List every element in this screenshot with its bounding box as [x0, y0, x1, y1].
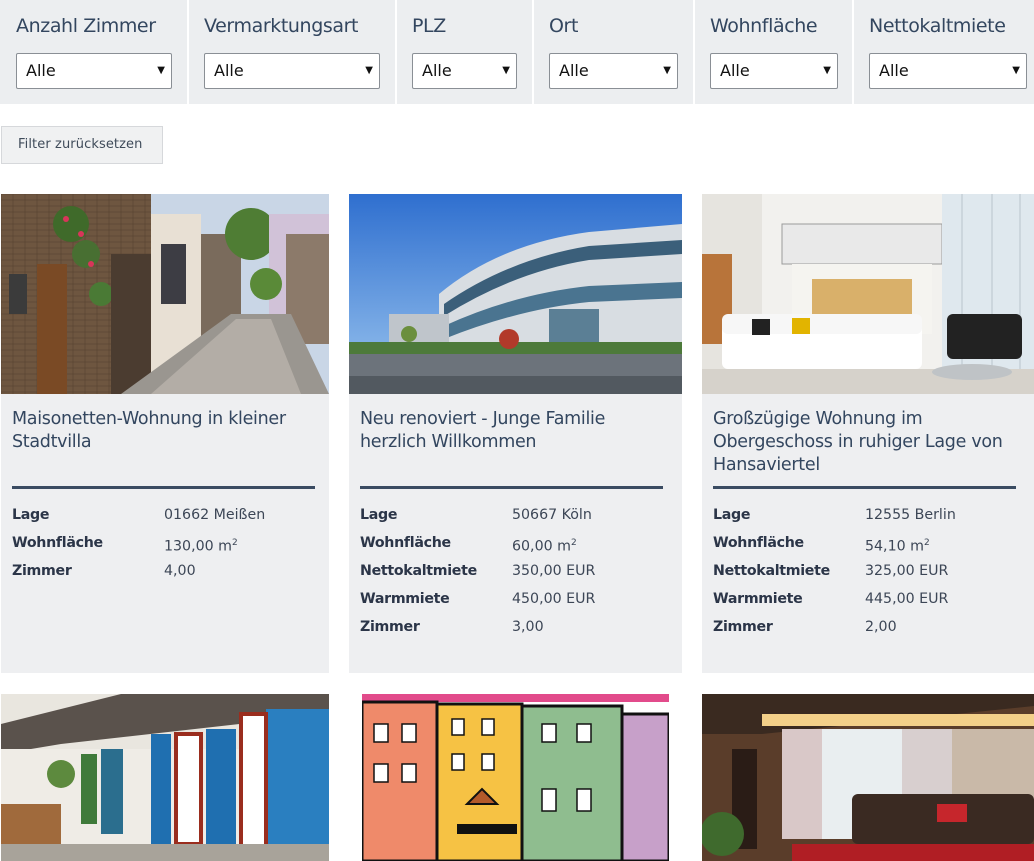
detail-label: Zimmer: [12, 563, 72, 579]
filter-select-nettokaltmiete[interactable]: Alle ▼: [869, 53, 1027, 89]
listing-card[interactable]: Großzügige Wohnung im Obergeschoss in ru…: [702, 194, 1034, 673]
filter-select-vermarktungsart[interactable]: Alle ▼: [204, 53, 380, 89]
dropdown-arrow-icon: ▼: [663, 65, 671, 76]
detail-label: Wohnfläche: [12, 535, 103, 551]
detail-label: Warmmiete: [713, 591, 803, 607]
detail-label: Lage: [713, 507, 751, 523]
detail-value: 12555 Berlin: [865, 507, 956, 523]
detail-value: 130,00 m2: [164, 538, 238, 555]
select-value: Alle: [879, 61, 909, 80]
detail-value: 50667 Köln: [512, 507, 592, 523]
select-value: Alle: [26, 61, 56, 80]
divider: [713, 486, 1016, 489]
dropdown-arrow-icon: ▼: [157, 65, 165, 76]
detail-label: Lage: [360, 507, 398, 523]
detail-value: 54,10 m2: [865, 538, 930, 555]
filter-select-wohnflaeche[interactable]: Alle ▼: [710, 53, 838, 89]
detail-value: 2,00: [865, 619, 897, 635]
filter-ort: Ort Alle ▼: [534, 0, 693, 104]
filter-label: Ort: [549, 15, 579, 37]
detail-label: Wohnfläche: [713, 535, 804, 551]
divider: [12, 486, 315, 489]
listing-photo[interactable]: [1, 694, 329, 861]
filter-label: Wohnfläche: [710, 15, 818, 37]
filter-anzahl-zimmer: Anzahl Zimmer Alle ▼: [0, 0, 187, 104]
filter-select-plz[interactable]: Alle ▼: [412, 53, 517, 89]
filter-label: Vermarktungsart: [204, 15, 359, 37]
listing-photo[interactable]: [702, 694, 1034, 861]
detail-value: 3,00: [512, 619, 544, 635]
listing-card[interactable]: Maisonetten-Wohnung in kleiner Stadtvill…: [1, 194, 329, 673]
dropdown-arrow-icon: ▼: [1012, 65, 1020, 76]
filter-label: Nettokaltmiete: [869, 15, 1006, 37]
filter-select-anzahl-zimmer[interactable]: Alle ▼: [16, 53, 172, 89]
filter-label: PLZ: [412, 15, 446, 37]
listing-photo[interactable]: [1, 194, 329, 394]
filter-nettokaltmiete: Nettokaltmiete Alle ▼: [854, 0, 1034, 104]
listing-card[interactable]: Neu renoviert - Junge Familie herzlich W…: [349, 194, 682, 673]
listing-title[interactable]: Großzügige Wohnung im Obergeschoss in ru…: [713, 408, 1018, 477]
listing-photo[interactable]: [349, 194, 682, 394]
detail-label: Zimmer: [360, 619, 420, 635]
filter-vermarktungsart: Vermarktungsart Alle ▼: [189, 0, 395, 104]
select-value: Alle: [559, 61, 589, 80]
divider: [360, 486, 663, 489]
filter-bar: Anzahl Zimmer Alle ▼ Vermarktungsart All…: [0, 0, 1034, 104]
detail-label: Nettokaltmiete: [713, 563, 830, 579]
dropdown-arrow-icon: ▼: [502, 65, 510, 76]
filter-plz: PLZ Alle ▼: [397, 0, 532, 104]
listing-photo[interactable]: [702, 194, 1034, 394]
listing-photo[interactable]: [362, 694, 669, 861]
select-value: Alle: [720, 61, 750, 80]
dropdown-arrow-icon: ▼: [365, 65, 373, 76]
detail-value: 01662 Meißen: [164, 507, 266, 523]
detail-label: Zimmer: [713, 619, 773, 635]
detail-label: Lage: [12, 507, 50, 523]
detail-value: 325,00 EUR: [865, 563, 949, 579]
detail-value: 450,00 EUR: [512, 591, 596, 607]
detail-value: 445,00 EUR: [865, 591, 949, 607]
detail-value: 350,00 EUR: [512, 563, 596, 579]
reset-filter-button[interactable]: Filter zurücksetzen: [1, 126, 163, 164]
select-value: Alle: [422, 61, 452, 80]
listing-title[interactable]: Maisonetten-Wohnung in kleiner Stadtvill…: [12, 408, 317, 454]
detail-value: 60,00 m2: [512, 538, 577, 555]
filter-label: Anzahl Zimmer: [16, 15, 156, 37]
detail-label: Warmmiete: [360, 591, 450, 607]
filter-select-ort[interactable]: Alle ▼: [549, 53, 678, 89]
select-value: Alle: [214, 61, 244, 80]
filter-wohnflaeche: Wohnfläche Alle ▼: [695, 0, 852, 104]
listing-title[interactable]: Neu renoviert - Junge Familie herzlich W…: [360, 408, 665, 454]
detail-label: Nettokaltmiete: [360, 563, 477, 579]
detail-value: 4,00: [164, 563, 196, 579]
detail-label: Wohnfläche: [360, 535, 451, 551]
dropdown-arrow-icon: ▼: [823, 65, 831, 76]
